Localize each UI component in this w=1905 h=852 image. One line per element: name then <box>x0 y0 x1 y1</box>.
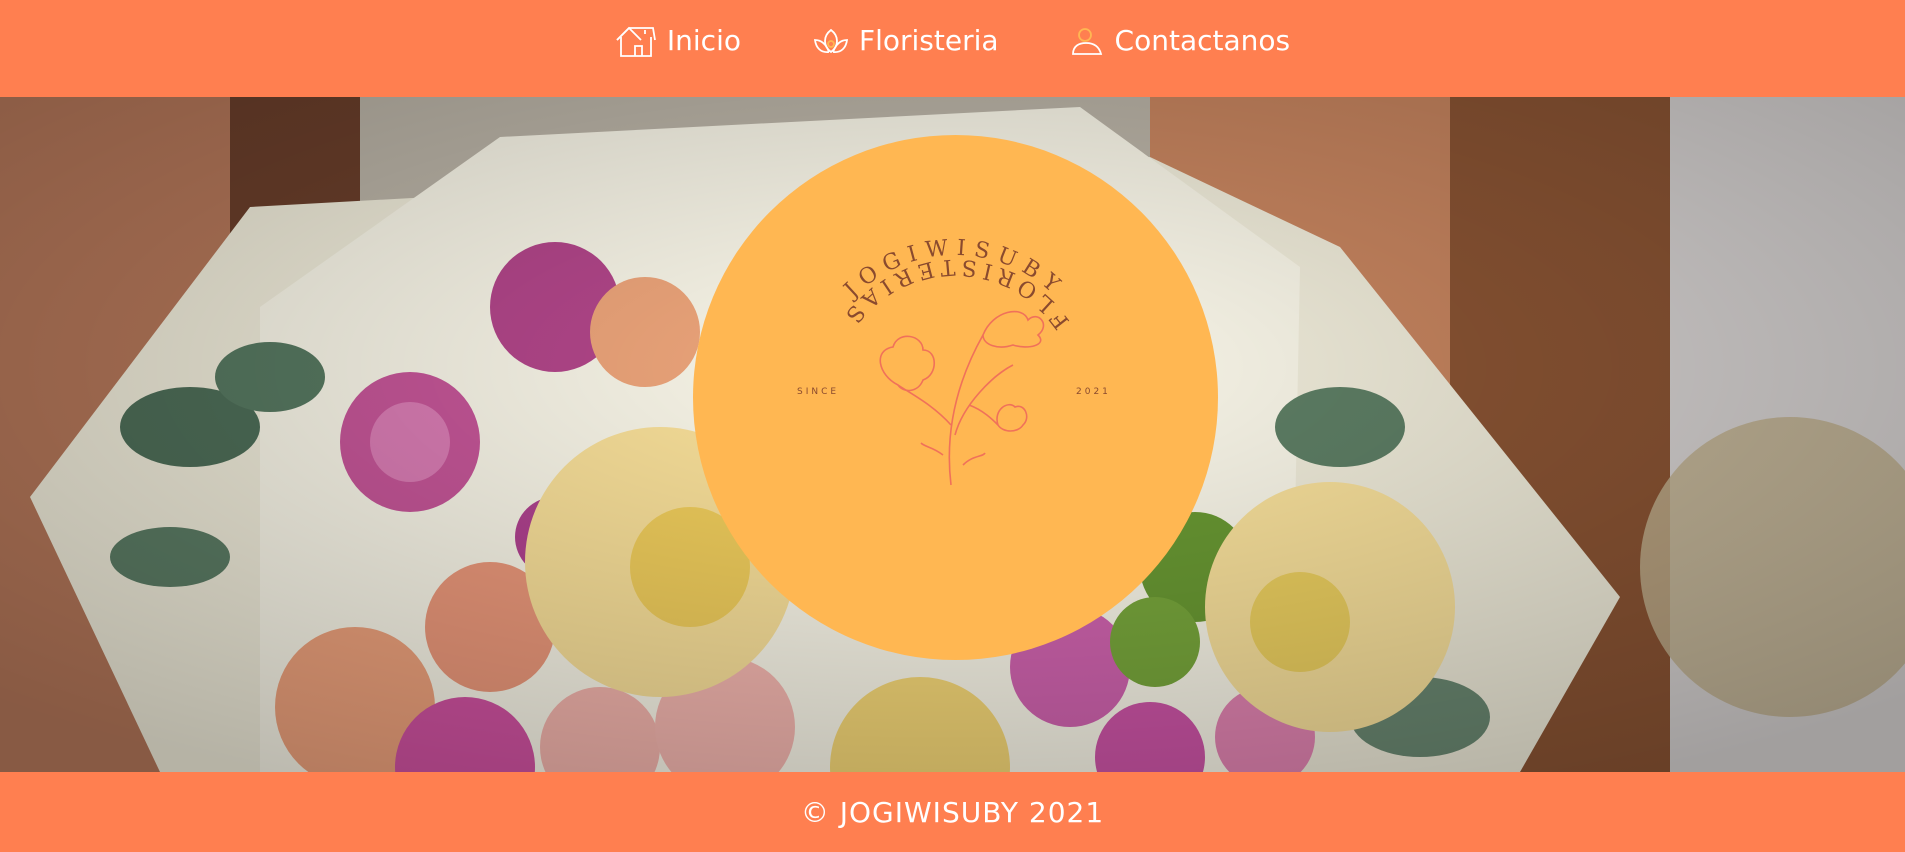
flower-bouquet-icon <box>879 310 1045 486</box>
top-navbar: Inicio Floristeria Contactanos <box>0 0 1905 97</box>
nav-item-floristeria[interactable]: Floristeria <box>813 24 999 57</box>
brand-logo: JOGIWISUBY FLORISTERIAS SINCE 2021 <box>693 135 1218 660</box>
nav-item-label: Contactanos <box>1114 24 1291 57</box>
footer-copyright: © JOGIWISUBY 2021 <box>800 795 1105 829</box>
home-icon <box>615 24 657 58</box>
logo-year: 2021 <box>1076 387 1111 397</box>
lotus-icon <box>813 26 849 56</box>
logo-since-label: SINCE <box>797 387 839 397</box>
nav-item-label: Floristeria <box>858 24 999 57</box>
user-icon <box>1071 26 1105 56</box>
site-footer: © JOGIWISUBY 2021 <box>0 772 1905 852</box>
nav-item-inicio[interactable]: Inicio <box>615 24 741 58</box>
nav-item-contactanos[interactable]: Contactanos <box>1071 24 1291 57</box>
nav-item-label: Inicio <box>666 24 741 57</box>
